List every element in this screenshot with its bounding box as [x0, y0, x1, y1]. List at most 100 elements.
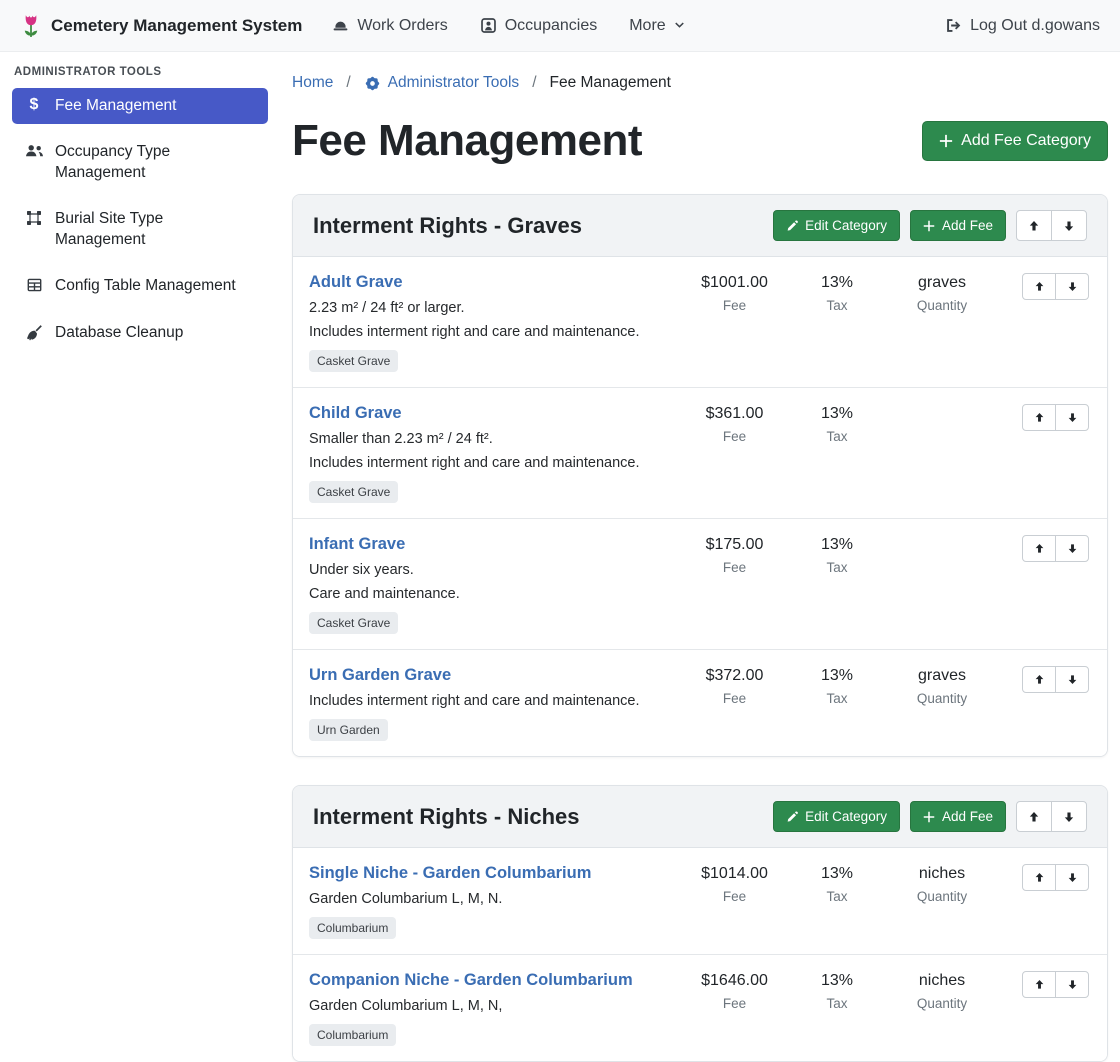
app-brand[interactable]: Cemetery Management System [20, 13, 302, 38]
fee-reorder [997, 404, 1089, 431]
move-fee-up-button[interactable] [1022, 404, 1056, 431]
move-fee-down-button[interactable] [1055, 864, 1089, 891]
arrow-down-icon [1067, 543, 1078, 554]
breadcrumb-admin-tools-link[interactable]: Administrator Tools [364, 74, 520, 92]
move-fee-down-button[interactable] [1055, 273, 1089, 300]
fee-amount-label: Fee [682, 560, 787, 576]
move-fee-up-button[interactable] [1022, 666, 1056, 693]
sidebar-item-label: Fee Management [55, 96, 177, 116]
category-reorder-group [1016, 801, 1087, 832]
sidebar-item-config-table-management[interactable]: Config Table Management [12, 268, 268, 304]
add-fee-button[interactable]: Add Fee [910, 801, 1006, 832]
fee-tax: 13% [787, 274, 887, 293]
nav-more[interactable]: More [629, 17, 684, 35]
sidebar-item-burial-site-type-management[interactable]: Burial Site Type Management [12, 201, 268, 258]
fee-quantity-label [887, 560, 997, 576]
fee-name-link[interactable]: Adult Grave [309, 273, 403, 291]
move-category-down-button[interactable] [1051, 801, 1087, 832]
fee-type-badge: Columbarium [309, 1024, 396, 1046]
fee-tax: 13% [787, 405, 887, 424]
fee-amount: $1014.00 [682, 865, 787, 884]
move-fee-up-button[interactable] [1022, 864, 1056, 891]
category-actions: Edit Category Add Fee [773, 210, 1087, 241]
fee-info: Companion Niche - Garden Columbarium Gar… [309, 971, 682, 1046]
sidebar-item-fee-management[interactable]: $ Fee Management [12, 88, 268, 124]
top-navbar: Cemetery Management System Work Orders O… [0, 0, 1120, 52]
arrow-up-icon [1028, 220, 1040, 232]
fee-reorder [997, 666, 1089, 693]
fee-description: Under six years. [309, 562, 674, 578]
fee-quantity-column [887, 535, 997, 576]
fee-quantity: graves [887, 667, 997, 686]
broom-icon [24, 324, 44, 341]
fee-info: Urn Garden Grave Includes interment righ… [309, 666, 682, 741]
fee-type-badge: Casket Grave [309, 481, 398, 503]
edit-category-label: Edit Category [805, 809, 887, 824]
move-fee-up-button[interactable] [1022, 535, 1056, 562]
move-fee-down-button[interactable] [1055, 535, 1089, 562]
fee-tax-column: 13% Tax [787, 864, 887, 905]
fee-reorder-group [1022, 666, 1089, 693]
nav-occupancies[interactable]: Occupancies [480, 17, 598, 35]
move-category-down-button[interactable] [1051, 210, 1087, 241]
fee-reorder-group [1022, 971, 1089, 998]
add-fee-category-label: Add Fee Category [961, 132, 1091, 150]
fee-name-link[interactable]: Child Grave [309, 404, 402, 422]
fee-tax-column: 13% Tax [787, 273, 887, 314]
breadcrumb-separator: / [532, 74, 536, 92]
arrow-down-icon [1067, 872, 1078, 883]
fee-tax: 13% [787, 972, 887, 991]
fee-name-link[interactable]: Infant Grave [309, 535, 405, 553]
fee-badge-wrap: Casket Grave [309, 612, 674, 634]
sidebar-item-occupancy-type-management[interactable]: Occupancy Type Management [12, 134, 268, 191]
nav-occupancies-label: Occupancies [505, 17, 598, 35]
fee-name-link[interactable]: Urn Garden Grave [309, 666, 451, 684]
move-category-up-button[interactable] [1016, 801, 1052, 832]
move-fee-down-button[interactable] [1055, 666, 1089, 693]
fee-info: Infant Grave Under six years.Care and ma… [309, 535, 682, 634]
fee-quantity: niches [887, 865, 997, 884]
fee-amount-label: Fee [682, 429, 787, 445]
fee-row: Adult Grave 2.23 m² / 24 ft² or larger.I… [293, 257, 1107, 388]
move-fee-down-button[interactable] [1055, 404, 1089, 431]
add-fee-button[interactable]: Add Fee [910, 210, 1006, 241]
breadcrumb-home-link[interactable]: Home [292, 74, 333, 92]
pencil-icon [786, 220, 798, 232]
fee-quantity: niches [887, 972, 997, 991]
fee-tax-label: Tax [787, 889, 887, 905]
fee-tax-label: Tax [787, 429, 887, 445]
nav-work-orders-label: Work Orders [357, 17, 447, 35]
arrow-down-icon [1063, 811, 1075, 823]
sidebar-item-label: Config Table Management [55, 276, 236, 296]
add-fee-category-button[interactable]: Add Fee Category [922, 121, 1108, 161]
move-category-up-button[interactable] [1016, 210, 1052, 241]
arrow-down-icon [1067, 412, 1078, 423]
fee-quantity [887, 405, 997, 424]
fee-tax: 13% [787, 667, 887, 686]
sidebar-item-database-cleanup[interactable]: Database Cleanup [12, 315, 268, 351]
hard-hat-icon [332, 17, 349, 34]
fee-tax-column: 13% Tax [787, 971, 887, 1012]
fee-quantity-label [887, 429, 997, 445]
breadcrumb-admin-tools-label: Administrator Tools [388, 74, 520, 92]
chevron-down-icon [674, 20, 685, 31]
fee-row: Infant Grave Under six years.Care and ma… [293, 519, 1107, 650]
nav-work-orders[interactable]: Work Orders [332, 17, 447, 35]
edit-category-button[interactable]: Edit Category [773, 210, 900, 241]
move-fee-up-button[interactable] [1022, 971, 1056, 998]
nav-logout[interactable]: Log Out d.gowans [945, 17, 1100, 35]
move-fee-down-button[interactable] [1055, 971, 1089, 998]
fee-name-link[interactable]: Companion Niche - Garden Columbarium [309, 971, 633, 989]
arrow-up-icon [1034, 281, 1045, 292]
category-header: Interment Rights - Graves Edit Category … [293, 195, 1107, 257]
fee-descriptions: Garden Columbarium L, M, N, [309, 998, 674, 1014]
fee-category-card: Interment Rights - Graves Edit Category … [292, 194, 1108, 757]
fee-quantity [887, 536, 997, 555]
move-fee-up-button[interactable] [1022, 273, 1056, 300]
fee-tax-column: 13% Tax [787, 404, 887, 445]
fee-description: Smaller than 2.23 m² / 24 ft². [309, 431, 674, 447]
edit-category-button[interactable]: Edit Category [773, 801, 900, 832]
fee-amount: $1001.00 [682, 274, 787, 293]
fee-quantity-column: graves Quantity [887, 666, 997, 707]
fee-name-link[interactable]: Single Niche - Garden Columbarium [309, 864, 591, 882]
